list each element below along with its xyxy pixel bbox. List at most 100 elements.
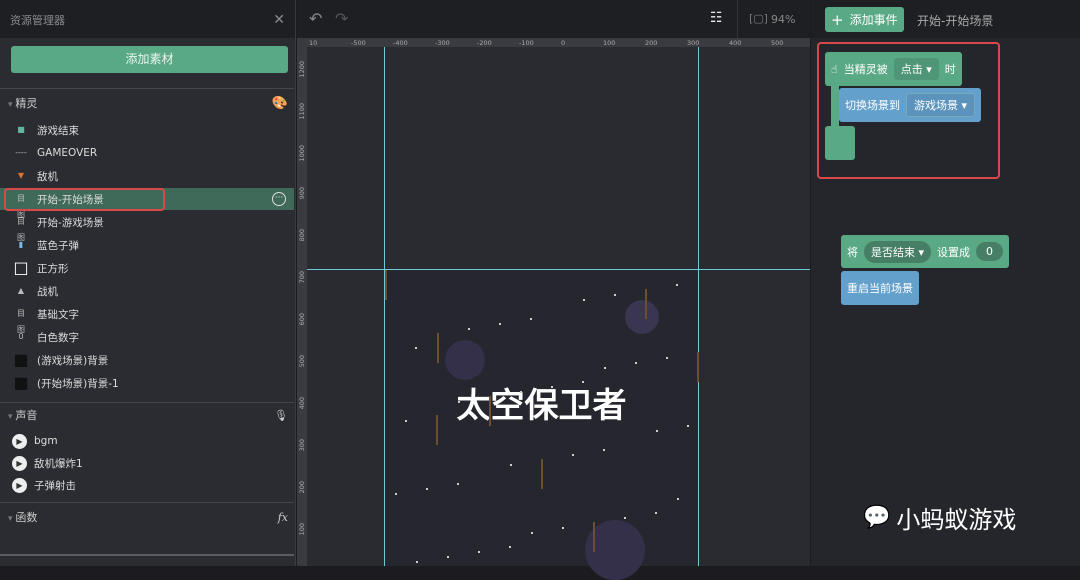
star bbox=[676, 284, 678, 286]
undo-icon[interactable]: ↶ bbox=[309, 9, 322, 28]
sprite-item[interactable]: ■ 游戏结束 bbox=[0, 119, 294, 141]
star bbox=[677, 498, 679, 500]
star bbox=[468, 328, 470, 330]
star bbox=[624, 517, 626, 519]
star bbox=[489, 396, 491, 426]
zero-icon: 0 bbox=[18, 332, 24, 341]
panel-header: 资源管理器 ✕ bbox=[0, 0, 295, 38]
sprite-label: 开始-游戏场景 bbox=[37, 216, 104, 229]
sound-item[interactable]: ▶ bgm bbox=[0, 430, 294, 452]
plus-icon: + bbox=[831, 10, 844, 29]
star bbox=[520, 391, 522, 393]
sprite-item[interactable]: 0 白色数字 bbox=[0, 326, 294, 348]
star bbox=[655, 512, 657, 514]
sprite-label: (开始场景)背景-1 bbox=[37, 377, 119, 390]
sprite-item[interactable]: ■ (游戏场景)背景 bbox=[0, 349, 294, 371]
ruler-tick-label: 1200 bbox=[298, 61, 306, 78]
sound-section-header[interactable]: 声音 🎙 bbox=[0, 404, 296, 426]
event-editor-panel: + 添加事件 开始-开始场景 ☝ 当精灵被 点击 ▾ 时 切换场景到 游戏场景 ▾ 将是否… bbox=[811, 0, 1080, 566]
play-icon[interactable]: ▶ bbox=[12, 477, 27, 493]
sprite-name: 开始-开始场景 bbox=[917, 14, 994, 28]
ruler-tick-label: -100 bbox=[519, 39, 534, 47]
event-block-end bbox=[825, 126, 855, 160]
sprite-item[interactable]: ▼ 敌机 bbox=[0, 165, 294, 187]
ruler-tick-label: 300 bbox=[298, 439, 306, 452]
play-icon[interactable]: ▶ bbox=[12, 455, 27, 471]
ruler-tick-label: 100 bbox=[298, 523, 306, 536]
add-event-button[interactable]: + 添加事件 bbox=[825, 7, 904, 32]
star bbox=[614, 294, 616, 296]
star bbox=[645, 289, 647, 319]
block-text: 将 bbox=[847, 245, 858, 259]
switch-scene-block[interactable]: 切换场景到 游戏场景 ▾ bbox=[839, 88, 982, 122]
function-section-header[interactable]: 函数 fx bbox=[0, 506, 296, 528]
horizontal-ruler: 10-500-400-300-200-100010020030040050060… bbox=[297, 38, 825, 47]
asset-manager-panel: 资源管理器 ✕ 添加素材 精灵 🎨 ■ 游戏结束 ---- GAMEOVER ▼ 敌机目 图 开… bbox=[0, 0, 296, 566]
star bbox=[436, 415, 438, 445]
fit-screen-icon[interactable]: [▢] bbox=[749, 12, 768, 25]
star bbox=[687, 425, 689, 427]
sprite-item[interactable]: ▲ 战机 bbox=[0, 280, 294, 302]
ruler-tick-label: -300 bbox=[435, 39, 450, 47]
settings-sliders-icon[interactable]: ☷ bbox=[710, 10, 723, 26]
wechat-icon: 💬 bbox=[863, 505, 891, 530]
add-asset-button[interactable]: 添加素材 bbox=[11, 46, 288, 73]
dash-icon: ---- bbox=[15, 148, 27, 157]
play-icon[interactable]: ▶ bbox=[12, 433, 27, 449]
when-clicked-event-block[interactable]: ☝ 当精灵被 点击 ▾ 时 bbox=[825, 52, 962, 86]
palette-icon[interactable]: 🎨 bbox=[272, 96, 288, 111]
bullet-icon: ▮ bbox=[18, 240, 24, 249]
ruler-tick-label: 1100 bbox=[298, 103, 306, 120]
sprites-section-header[interactable]: 精灵 🎨 bbox=[0, 92, 296, 114]
function-icon[interactable]: fx bbox=[278, 511, 288, 524]
restart-scene-block[interactable]: 重启当前场景 bbox=[841, 271, 919, 305]
microphone-icon[interactable]: 🎙 bbox=[274, 409, 288, 422]
value-input[interactable]: 0 bbox=[976, 242, 1004, 261]
section-title: 函数 bbox=[8, 509, 37, 525]
sprite-item[interactable]: 目 图 开始-游戏场景 bbox=[0, 211, 294, 243]
block-text: 设置成 bbox=[937, 245, 971, 259]
star bbox=[458, 401, 460, 403]
zoom-level[interactable]: 94% bbox=[771, 13, 795, 26]
text-icon: 目 图 bbox=[17, 217, 25, 242]
section-title: 精灵 bbox=[8, 95, 37, 111]
star bbox=[415, 347, 417, 349]
variable-dropdown[interactable]: 是否结束 ▾ bbox=[864, 240, 932, 263]
star bbox=[541, 459, 543, 489]
sprite-label: (游戏场景)背景 bbox=[37, 354, 109, 367]
sound-item[interactable]: ▶ 敌机爆炸1 bbox=[0, 452, 294, 474]
sprite-item[interactable]: ---- GAMEOVER bbox=[0, 142, 294, 164]
sprite-label: 基础文字 bbox=[37, 308, 79, 321]
ruler-tick-label: 800 bbox=[298, 229, 306, 242]
sprite-item[interactable]: ▮ 蓝色子弹 bbox=[0, 234, 294, 256]
highlight-box bbox=[4, 188, 165, 211]
ruler-tick-label: 100 bbox=[603, 39, 616, 47]
sprite-label: 正方形 bbox=[37, 262, 69, 275]
ruler-tick-label: -400 bbox=[393, 39, 408, 47]
redo-icon[interactable]: ↷ bbox=[335, 9, 348, 28]
background-icon: ■ bbox=[13, 350, 29, 369]
sprite-item[interactable]: ■ (开始场景)背景-1 bbox=[0, 372, 294, 394]
sprite-item[interactable]: □ 正方形 bbox=[0, 257, 294, 279]
sprite-label: 游戏结束 bbox=[37, 124, 79, 137]
enemy-plane-icon: ▼ bbox=[17, 171, 25, 180]
close-icon[interactable]: ✕ bbox=[273, 12, 285, 28]
more-options-icon[interactable]: ··· bbox=[272, 192, 286, 206]
text-icon: 目 图 bbox=[17, 309, 25, 334]
sprite-item[interactable]: 目 图 基础文字 bbox=[0, 303, 294, 335]
block-text: 重启当前场景 bbox=[847, 282, 913, 295]
scene-dropdown[interactable]: 游戏场景 ▾ bbox=[906, 93, 976, 117]
star bbox=[697, 352, 699, 382]
ruler-tick-label: 200 bbox=[298, 481, 306, 494]
ruler-tick-label: -500 bbox=[351, 39, 366, 47]
vertical-ruler: 1200 1100 1000 900 800 700 600 500 400 300 200 100 bbox=[297, 47, 307, 566]
ruler-tick-label: 200 bbox=[645, 39, 658, 47]
star bbox=[603, 449, 605, 451]
dropdown-value: 点击 bbox=[900, 63, 923, 76]
block-text: 时 bbox=[944, 63, 956, 76]
set-variable-block[interactable]: 将是否结束 ▾ 设置成 0 bbox=[841, 235, 1010, 268]
sound-item[interactable]: ▶ 子弹射击 bbox=[0, 474, 294, 496]
ruler-tick-label: 400 bbox=[729, 39, 742, 47]
event-dropdown[interactable]: 点击 ▾ bbox=[893, 58, 939, 80]
ruler-tick-label: 0 bbox=[561, 39, 566, 47]
